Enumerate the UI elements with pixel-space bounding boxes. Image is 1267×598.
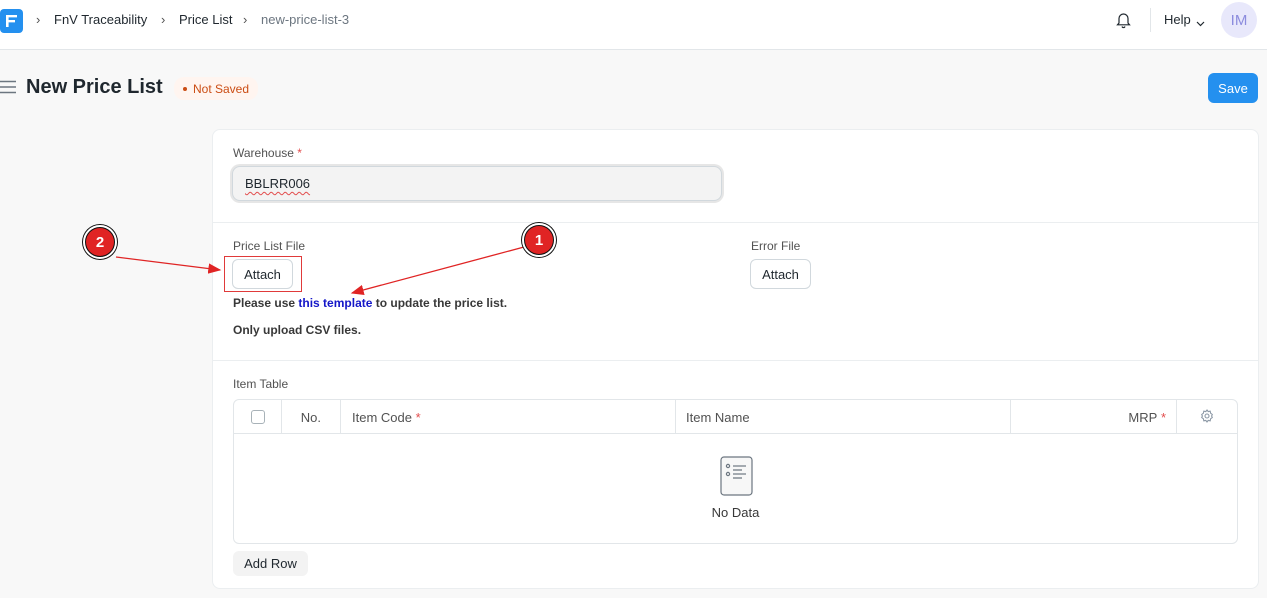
required-mark: * (297, 146, 302, 160)
save-button[interactable]: Save (1208, 73, 1258, 103)
column-settings (1177, 400, 1237, 434)
chevron-down-icon[interactable] (1196, 14, 1205, 32)
required-mark: * (415, 409, 421, 425)
required-mark: * (1160, 409, 1166, 425)
price-list-file-label: Price List File (233, 239, 306, 253)
item-table-label: Item Table (233, 377, 289, 391)
error-file-label: Error File (751, 239, 801, 253)
page-title: New Price List (26, 76, 163, 98)
help-prefix: Please use (233, 296, 299, 310)
sidebar-toggle-icon[interactable] (0, 80, 16, 99)
price-list-attach-button[interactable]: Attach (232, 259, 293, 289)
column-item-name: Item Name (676, 400, 1011, 434)
column-item-code-label: Item Code (352, 409, 412, 425)
navbar: › FnV Traceability › Price List › new-pr… (0, 0, 1267, 50)
breadcrumb-price-list[interactable]: Price List (179, 12, 232, 27)
select-all-cell (234, 400, 282, 434)
item-table-header: No. Item Code * Item Name MRP * (234, 400, 1237, 434)
column-item-code: Item Code * (341, 400, 676, 434)
status-text: Not Saved (193, 81, 250, 96)
select-all-checkbox[interactable] (250, 410, 265, 424)
column-mrp-label: MRP (1128, 409, 1158, 425)
gear-icon[interactable] (1200, 408, 1214, 426)
no-data-text: No Data (711, 505, 760, 520)
status-badge: Not Saved (174, 77, 259, 100)
annotation-marker-2-label: 2 (86, 228, 114, 256)
annotation-marker-2: 2 (83, 225, 117, 259)
section-divider (213, 360, 1258, 361)
chevron-right-icon: › (161, 12, 166, 27)
warehouse-label: Warehouse * (233, 146, 302, 160)
warehouse-label-text: Warehouse (233, 146, 294, 160)
warehouse-input[interactable]: BBLRR006 (232, 166, 722, 201)
item-table: No. Item Code * Item Name MRP * No Data (233, 399, 1238, 544)
annotation-marker-1-label: 1 (525, 226, 553, 254)
warehouse-value: BBLRR006 (245, 176, 311, 191)
column-mrp: MRP * (1011, 400, 1177, 434)
empty-list-icon (720, 456, 753, 501)
breadcrumb-current[interactable]: new-price-list-3 (261, 12, 349, 27)
csv-note: Only upload CSV files. (233, 323, 362, 337)
annotation-marker-1: 1 (522, 223, 556, 257)
section-divider (213, 222, 1258, 223)
app-logo[interactable] (0, 9, 23, 33)
status-dot-icon (183, 86, 187, 91)
add-row-button[interactable]: Add Row (233, 551, 308, 576)
avatar[interactable]: IM (1221, 2, 1257, 38)
column-no: No. (282, 400, 341, 434)
template-link[interactable]: this template (298, 296, 372, 310)
breadcrumb-fnv-traceability[interactable]: FnV Traceability (54, 12, 147, 27)
help-suffix: to update the price list. (372, 296, 508, 310)
help-menu[interactable]: Help (1164, 12, 1191, 27)
navbar-divider (1150, 8, 1151, 32)
chevron-right-icon: › (36, 12, 41, 27)
error-file-attach-button[interactable]: Attach (750, 259, 811, 289)
template-help-text: Please use this template to update the p… (233, 296, 507, 310)
chevron-right-icon: › (243, 12, 248, 27)
notification-bell-icon[interactable] (1115, 11, 1132, 34)
